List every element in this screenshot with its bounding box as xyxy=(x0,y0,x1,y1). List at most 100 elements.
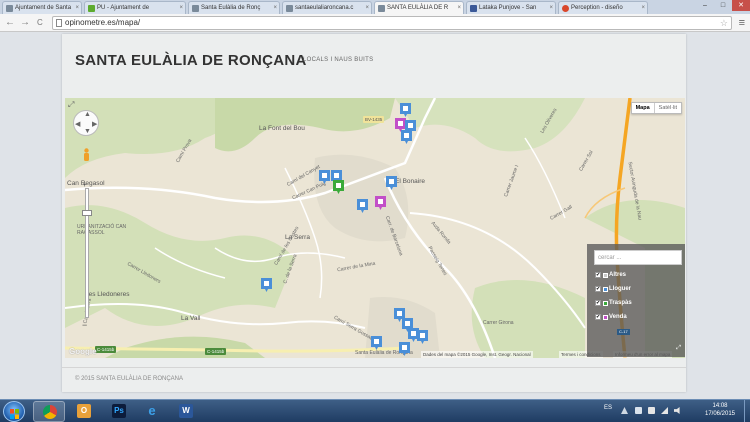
maximize-button[interactable]: □ xyxy=(714,0,732,11)
show-desktop-button[interactable] xyxy=(744,400,750,422)
filter-item-traspas[interactable]: ✔ Traspàs xyxy=(595,298,632,308)
filter-label-traspas: Traspàs xyxy=(609,300,632,306)
map-label-el-bonaire: El Bonaire xyxy=(395,178,425,185)
tab-label: Ajuntament de Santa xyxy=(15,5,72,11)
tab-lataka[interactable]: Lataka Punjove - San × xyxy=(466,1,556,14)
forward-button[interactable]: → xyxy=(20,16,30,30)
close-icon[interactable]: × xyxy=(75,2,79,14)
legend-swatch-traspas xyxy=(603,300,608,306)
site-title[interactable]: SANTA EULÀLIA DE RONÇANA xyxy=(75,52,307,69)
pan-up-icon[interactable]: ▲ xyxy=(84,111,91,118)
signal-icon[interactable] xyxy=(661,407,668,414)
map-type-satellite-button[interactable]: Satèl·lit xyxy=(655,103,681,113)
filter-item-altres[interactable]: ✔ Altres xyxy=(595,270,626,280)
close-icon[interactable]: × xyxy=(549,2,553,14)
map-marker-lloguer[interactable] xyxy=(401,130,412,144)
pan-down-icon[interactable]: ▼ xyxy=(84,128,91,135)
show-hidden-icons-icon[interactable] xyxy=(621,407,628,414)
map-marker-lloguer[interactable] xyxy=(399,342,410,356)
close-icon[interactable]: × xyxy=(179,2,183,14)
internet-explorer-icon: e xyxy=(148,403,156,418)
filter-item-venda[interactable]: ✔ Venda xyxy=(595,312,627,322)
reload-button[interactable]: C xyxy=(37,16,43,30)
page-icon xyxy=(192,5,199,12)
resize-icon[interactable]: ⤢ xyxy=(676,345,681,352)
taskbar-outlook[interactable]: O xyxy=(68,401,100,422)
language-indicator[interactable]: ES xyxy=(604,405,612,411)
tab-label: Santa Eulàlia de Ronç xyxy=(201,5,261,11)
road-badge: C-17 xyxy=(617,329,630,335)
footer-divider xyxy=(62,367,686,368)
close-icon[interactable]: × xyxy=(457,2,461,14)
map-type-control: Mapa Satèl·lit xyxy=(630,102,682,114)
clock-date: 17/06/2015 xyxy=(704,411,736,417)
checkbox-venda[interactable]: ✔ xyxy=(595,314,601,320)
taskbar-photoshop[interactable]: Ps xyxy=(103,401,135,422)
map-label-la-vall: La Vall xyxy=(181,315,201,322)
google-logo[interactable]: Google xyxy=(69,347,97,356)
page-icon xyxy=(378,5,385,12)
filter-item-lloguer[interactable]: ✔ Lloguer xyxy=(595,284,631,294)
network-icon[interactable] xyxy=(648,407,655,414)
map-marker-lloguer[interactable] xyxy=(371,336,382,350)
map-marker-traspas[interactable] xyxy=(333,180,344,194)
tab-santa-eulalia[interactable]: Santa Eulàlia de Ronç × xyxy=(188,1,280,14)
url-text: opinometre.es/mapa/ xyxy=(65,18,141,27)
map[interactable]: La Font del Bou El Bonaire Can Regasol U… xyxy=(65,98,685,358)
browser-toolbar: ← → C opinometre.es/mapa/ ☆ ≡ xyxy=(0,14,750,32)
windows-logo-icon xyxy=(10,406,19,419)
close-icon[interactable]: × xyxy=(365,2,369,14)
map-marker-lloguer[interactable] xyxy=(386,176,397,190)
taskbar-internet-explorer[interactable]: e xyxy=(136,401,168,422)
map-type-map-button[interactable]: Mapa xyxy=(632,103,655,113)
close-icon[interactable]: × xyxy=(641,2,645,14)
menu-icon[interactable]: ≡ xyxy=(739,16,745,30)
pan-right-icon[interactable]: ▶ xyxy=(92,120,97,128)
map-marker-lloguer[interactable] xyxy=(417,330,428,344)
legend-swatch-venda xyxy=(603,314,608,320)
action-center-icon[interactable] xyxy=(635,407,642,414)
taskbar-word[interactable]: W xyxy=(170,401,202,422)
map-marker-lloguer[interactable] xyxy=(357,199,368,213)
tab-santaeulaliaroncana[interactable]: santaeulaliaroncana.c × xyxy=(282,1,372,14)
address-bar[interactable]: opinometre.es/mapa/ ☆ xyxy=(52,16,732,30)
tab-label: PU - Ajuntament de xyxy=(97,5,150,11)
zoom-slider-handle[interactable] xyxy=(82,210,92,216)
tab-perception[interactable]: Perception - diseño × xyxy=(558,1,648,14)
zoom-out-icon[interactable]: − xyxy=(82,320,87,330)
fullscreen-icon[interactable]: ⤢ xyxy=(68,100,74,110)
browser-tabstrip: Ajuntament de Santa × PU - Ajuntament de… xyxy=(0,0,750,14)
map-marker-lloguer[interactable] xyxy=(261,278,272,292)
checkbox-lloguer[interactable]: ✔ xyxy=(595,286,601,292)
map-marker-lloguer[interactable] xyxy=(400,103,411,117)
legend-swatch-lloguer xyxy=(603,286,608,292)
site-subtitle[interactable]: LOCALS I NAUS BUITS xyxy=(303,57,373,63)
map-marker-lloguer[interactable] xyxy=(319,170,330,184)
minimize-button[interactable]: – xyxy=(696,0,714,11)
page-icon xyxy=(562,5,569,12)
system-clock[interactable]: 14:08 17/06/2015 xyxy=(700,402,740,418)
road-shield-c1415b: C-1415b xyxy=(95,346,117,353)
map-label-les-lledoneres: Les Lledoneres xyxy=(85,291,130,298)
taskbar-chrome[interactable] xyxy=(33,401,65,422)
close-icon[interactable]: × xyxy=(273,2,277,14)
map-marker-venda[interactable] xyxy=(375,196,386,210)
volume-icon[interactable] xyxy=(674,407,680,414)
checkbox-altres[interactable]: ✔ xyxy=(595,272,601,278)
tab-pu-ajuntament[interactable]: PU - Ajuntament de × xyxy=(84,1,186,14)
tab-active-santa-eulalia[interactable]: SANTA EULÀLIA DE R × xyxy=(374,1,464,14)
tab-ajuntament[interactable]: Ajuntament de Santa × xyxy=(2,1,82,14)
pan-left-icon[interactable]: ◀ xyxy=(75,120,80,128)
zoom-slider[interactable] xyxy=(85,188,89,318)
filter-search-input[interactable]: cercar ... xyxy=(594,250,682,265)
back-button[interactable]: ← xyxy=(5,16,15,30)
pegman-icon[interactable] xyxy=(83,148,90,162)
pan-control[interactable]: ▲ ▼ ◀ ▶ xyxy=(73,110,99,136)
star-icon[interactable]: ☆ xyxy=(720,17,728,29)
start-button[interactable] xyxy=(3,401,25,422)
close-window-button[interactable]: ✕ xyxy=(732,0,750,11)
filter-label-altres: Altres xyxy=(609,272,627,278)
road-shield-bv1435: BV-1435 xyxy=(363,116,385,123)
checkbox-traspas[interactable]: ✔ xyxy=(595,300,601,306)
filter-label-lloguer: Lloguer xyxy=(609,286,631,292)
